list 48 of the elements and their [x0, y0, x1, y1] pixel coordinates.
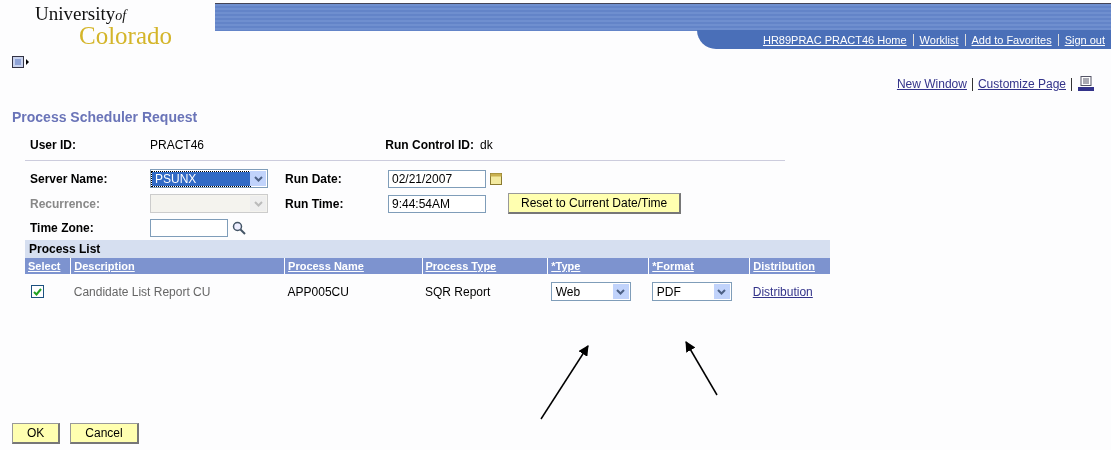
table-cell: Candidate List Report CU	[73, 284, 211, 299]
column-header[interactable]: Distribution	[749, 258, 830, 274]
column-header[interactable]: *Format	[648, 258, 750, 274]
input-field[interactable]: 9:44:54AM	[388, 194, 486, 213]
column-header[interactable]: Select	[25, 258, 71, 274]
field-label: Run Control ID:	[384, 138, 475, 152]
input-field[interactable]: 02/21/2007	[388, 169, 486, 188]
chevron-down-icon	[253, 175, 263, 182]
logo: Universityof Colorado	[35, 4, 173, 48]
dialog-button[interactable]: Cancel	[70, 423, 139, 444]
field-label: Server Name:	[30, 171, 109, 186]
page-link[interactable]: Customize Page	[977, 77, 1066, 91]
column-header[interactable]: Description	[70, 258, 285, 274]
field-label: Run Time:	[285, 196, 345, 211]
checkbox[interactable]	[31, 285, 44, 298]
header-link[interactable]: HR89PRAC PRACT46 Home	[756, 33, 914, 46]
field-label: Run Date:	[285, 171, 343, 186]
field-label: Recurrence:	[30, 196, 102, 211]
dropdown[interactable]: PSUNX	[150, 169, 268, 188]
section-title: Process List	[25, 240, 830, 258]
dropdown[interactable]: PDF	[651, 282, 732, 301]
page-title: Process Scheduler Request	[12, 109, 199, 125]
field-value: dk	[480, 138, 494, 152]
column-header[interactable]: Process Name	[284, 258, 422, 274]
calendar-icon[interactable]	[490, 172, 502, 185]
field-label: User ID:	[30, 138, 77, 152]
table-cell: SQR Report	[425, 284, 491, 299]
header-link[interactable]: Worklist	[913, 33, 966, 46]
menu-icon[interactable]	[12, 56, 30, 68]
field-value: PRACT46	[150, 138, 206, 152]
column-header[interactable]: Process Type	[422, 258, 548, 274]
column-header[interactable]: *Type	[547, 258, 649, 274]
chevron-down-icon	[717, 288, 727, 295]
field-label: Time Zone:	[30, 221, 95, 235]
search-icon[interactable]	[232, 221, 246, 235]
input-field[interactable]	[150, 219, 228, 237]
page-link[interactable]: New Window	[896, 77, 967, 91]
dropdown[interactable]: Web	[550, 282, 631, 301]
table-cell: APP005CU	[287, 284, 349, 299]
chevron-down-icon	[616, 288, 626, 295]
distribution-link[interactable]: Distribution	[752, 284, 813, 299]
header-link[interactable]: Sign out	[1058, 33, 1111, 46]
reset-button[interactable]: Reset to Current Date/Time	[508, 193, 682, 214]
header-link[interactable]: Add to Favorites	[965, 33, 1059, 46]
annotation-arrow	[685, 341, 718, 396]
http-icon[interactable]	[1077, 76, 1095, 92]
dialog-button[interactable]: OK	[12, 423, 61, 444]
chevron-down-icon	[253, 200, 263, 207]
